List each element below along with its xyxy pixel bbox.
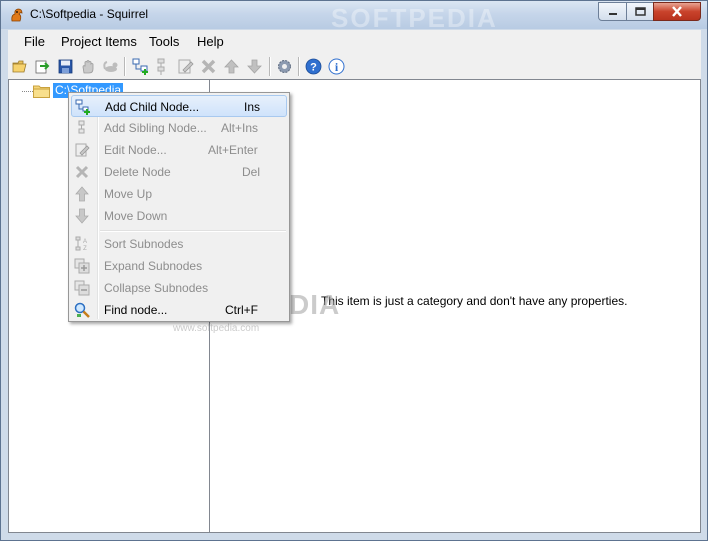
menu-project-items[interactable]: Project Items — [61, 34, 137, 49]
folder-icon — [33, 85, 50, 98]
menu-file[interactable]: File — [24, 34, 45, 49]
open-folder-icon[interactable] — [12, 58, 29, 75]
move-down-icon[interactable] — [246, 58, 263, 75]
menu-item-label: Add Child Node... — [105, 100, 200, 114]
expand-icon — [74, 258, 90, 274]
menu-item-delete-node[interactable]: Delete Node Del — [71, 161, 287, 183]
menu-item-label: Expand Subnodes — [104, 259, 203, 273]
menu-item-add-sibling-node[interactable]: Add Sibling Node... Alt+Ins — [71, 117, 287, 139]
menu-item-collapse-subnodes[interactable]: Collapse Subnodes — [71, 277, 287, 299]
edit-node-icon[interactable] — [177, 58, 194, 75]
squirrel-icon[interactable] — [103, 58, 120, 75]
move-up-icon[interactable] — [223, 58, 240, 75]
menu-item-label: Sort Subnodes — [104, 237, 184, 251]
settings-icon[interactable] — [276, 58, 293, 75]
save-icon[interactable] — [57, 58, 74, 75]
import-icon[interactable] — [34, 58, 51, 75]
find-icon — [74, 302, 90, 318]
collapse-icon — [74, 280, 90, 296]
hand-icon[interactable] — [80, 58, 97, 75]
svg-text:A: A — [83, 239, 87, 245]
title-bar[interactable]: C:\Softpedia - Squirrel SOFTPEDIA — [1, 1, 707, 33]
menu-item-move-up[interactable]: Move Up — [71, 183, 287, 205]
menu-item-label: Delete Node — [104, 165, 171, 179]
menu-item-find-node[interactable]: Find node... Ctrl+F — [71, 299, 287, 321]
menu-tools[interactable]: Tools — [149, 34, 179, 49]
move-up-icon — [75, 186, 89, 202]
svg-text:?: ? — [310, 62, 317, 74]
menu-item-shortcut: Del — [242, 165, 261, 179]
menu-bar: File Project Items Tools Help — [8, 30, 701, 54]
edit-node-icon — [75, 143, 90, 157]
menu-item-label: Move Up — [104, 187, 153, 201]
toolbar: ? i — [8, 54, 701, 79]
minimize-icon — [608, 12, 617, 15]
minimize-button[interactable] — [598, 2, 627, 21]
toolbar-separator — [269, 57, 271, 76]
menu-item-move-down[interactable]: Move Down — [71, 205, 287, 227]
svg-text:Z: Z — [83, 246, 87, 252]
window-title: C:\Softpedia - Squirrel — [30, 7, 149, 21]
app-window: C:\Softpedia - Squirrel SOFTPEDIA File P… — [0, 0, 708, 541]
add-child-node-icon — [75, 99, 90, 115]
context-menu: Add Child Node... Ins Add Sibling Node..… — [68, 92, 290, 322]
add-sibling-node-icon — [78, 120, 85, 134]
properties-message: This item is just a category and don't h… — [321, 294, 628, 308]
menu-item-shortcut: Alt+Enter — [208, 143, 258, 157]
menu-item-edit-node[interactable]: Edit Node... Alt+Enter — [71, 139, 287, 161]
sort-icon: A Z — [75, 236, 87, 252]
close-button[interactable] — [653, 2, 701, 21]
menu-item-shortcut: Ctrl+F — [225, 303, 258, 317]
menu-item-label: Move Down — [104, 209, 168, 223]
menu-item-label: Edit Node... — [104, 143, 167, 157]
toolbar-separator — [124, 57, 126, 76]
menu-separator — [100, 230, 286, 232]
maximize-button[interactable] — [626, 2, 654, 21]
add-sibling-node-icon[interactable] — [154, 58, 171, 75]
menu-item-sort-subnodes[interactable]: A Z Sort Subnodes — [71, 233, 287, 255]
squirrel-app-icon — [11, 8, 23, 22]
delete-node-icon — [75, 165, 89, 179]
info-icon[interactable]: i — [328, 58, 345, 75]
help-icon[interactable]: ? — [305, 58, 322, 75]
menu-item-shortcut: Alt+Ins — [221, 121, 259, 135]
close-icon — [672, 6, 682, 17]
menu-item-expand-subnodes[interactable]: Expand Subnodes — [71, 255, 287, 277]
add-child-node-icon[interactable] — [132, 58, 149, 75]
maximize-icon — [634, 7, 646, 16]
move-down-icon — [75, 208, 89, 224]
menu-item-label: Collapse Subnodes — [104, 281, 209, 295]
menu-item-label: Add Sibling Node... — [104, 121, 207, 135]
menu-item-label: Find node... — [104, 303, 168, 317]
menu-help[interactable]: Help — [197, 34, 224, 49]
toolbar-separator — [298, 57, 300, 76]
delete-node-icon[interactable] — [200, 58, 217, 75]
menu-item-add-child-node[interactable]: Add Child Node... Ins — [71, 95, 287, 117]
menu-item-shortcut: Ins — [244, 100, 261, 114]
